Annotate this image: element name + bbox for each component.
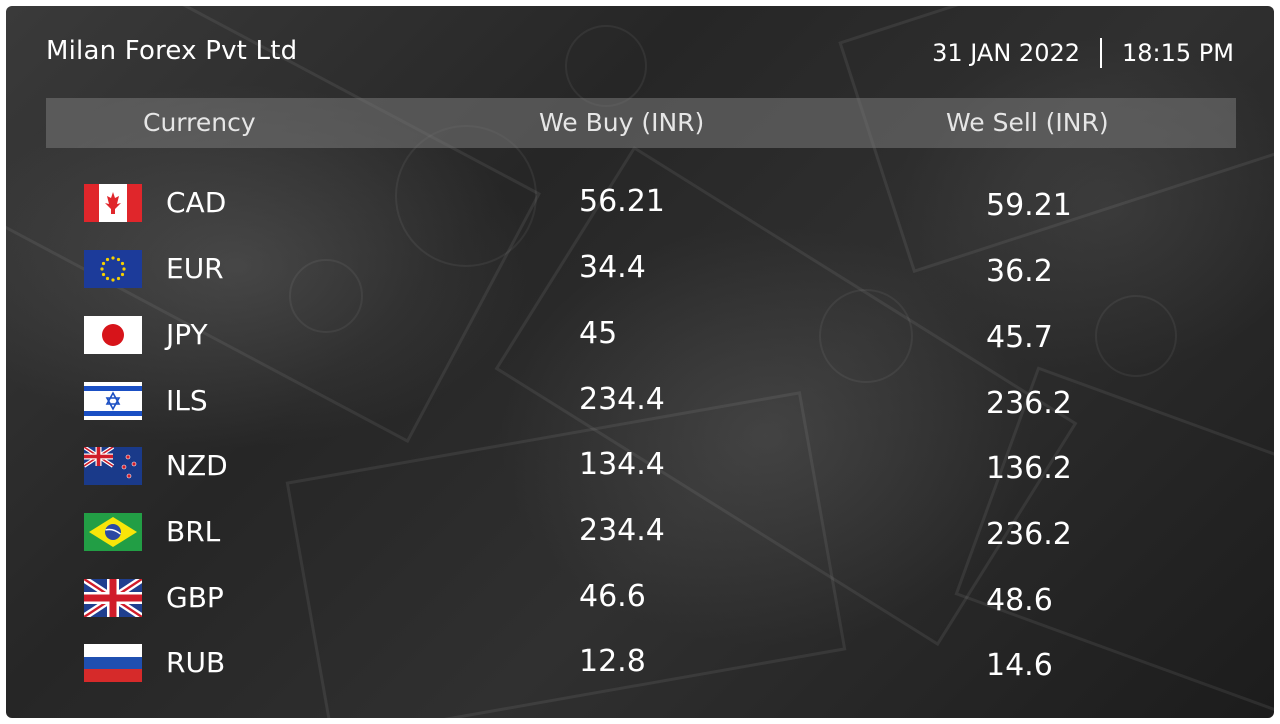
header-currency: Currency	[143, 108, 256, 137]
uk-flag-icon	[84, 579, 142, 617]
sell-rate: 36.2	[986, 254, 1053, 289]
buy-rate: 56.21	[579, 184, 665, 219]
table-row: ILS 234.4 236.2	[6, 382, 1274, 442]
buy-rate: 45	[579, 316, 618, 351]
currency-code: RUB	[166, 646, 226, 679]
sell-rate: 136.2	[986, 451, 1072, 486]
table-row: RUB 12.8 14.6	[6, 644, 1274, 704]
sell-rate: 14.6	[986, 648, 1053, 683]
buy-rate: 12.8	[579, 644, 646, 679]
currency-code: BRL	[166, 515, 221, 548]
currency-code: EUR	[166, 252, 224, 285]
table-row: BRL 234.4 236.2	[6, 513, 1274, 573]
currency-code: GBP	[166, 581, 224, 614]
new-zealand-flag-icon	[84, 447, 142, 485]
table-row: GBP 46.6 48.6	[6, 579, 1274, 639]
brand-name: Milan Forex Pvt Ltd	[46, 36, 298, 66]
table-row: CAD 56.21 59.21	[6, 184, 1274, 244]
sell-rate: 45.7	[986, 320, 1053, 355]
table-row: JPY 45 45.7	[6, 316, 1274, 376]
buy-rate: 46.6	[579, 579, 646, 614]
currency-code: CAD	[166, 186, 227, 219]
table-row: EUR 34.4 36.2	[6, 250, 1274, 310]
table-row: NZD 134.4 136.2	[6, 447, 1274, 507]
buy-rate: 34.4	[579, 250, 646, 285]
israel-flag-icon	[84, 382, 142, 420]
rate-board-screen: Milan Forex Pvt Ltd 31 JAN 2022 18:15 PM…	[6, 6, 1274, 718]
sell-rate: 236.2	[986, 517, 1072, 552]
sell-rate: 236.2	[986, 386, 1072, 421]
current-date: 31 JAN 2022	[932, 39, 1081, 67]
canada-flag-icon	[84, 184, 142, 222]
current-time: 18:15 PM	[1122, 39, 1234, 67]
buy-rate: 234.4	[579, 513, 665, 548]
russia-flag-icon	[84, 644, 142, 682]
sell-rate: 48.6	[986, 583, 1053, 618]
header-we-sell: We Sell (INR)	[946, 108, 1109, 137]
date-time-divider	[1100, 38, 1103, 68]
currency-code: NZD	[166, 449, 228, 482]
eu-flag-icon	[84, 250, 142, 288]
japan-flag-icon	[84, 316, 142, 354]
currency-code: ILS	[166, 384, 208, 417]
sell-rate: 59.21	[986, 188, 1072, 223]
header-we-buy: We Buy (INR)	[539, 108, 705, 137]
buy-rate: 134.4	[579, 447, 665, 482]
brazil-flag-icon	[84, 513, 142, 551]
table-header: Currency We Buy (INR) We Sell (INR)	[46, 98, 1236, 148]
datetime: 31 JAN 2022 18:15 PM	[932, 38, 1234, 68]
buy-rate: 234.4	[579, 382, 665, 417]
currency-code: JPY	[166, 318, 208, 351]
